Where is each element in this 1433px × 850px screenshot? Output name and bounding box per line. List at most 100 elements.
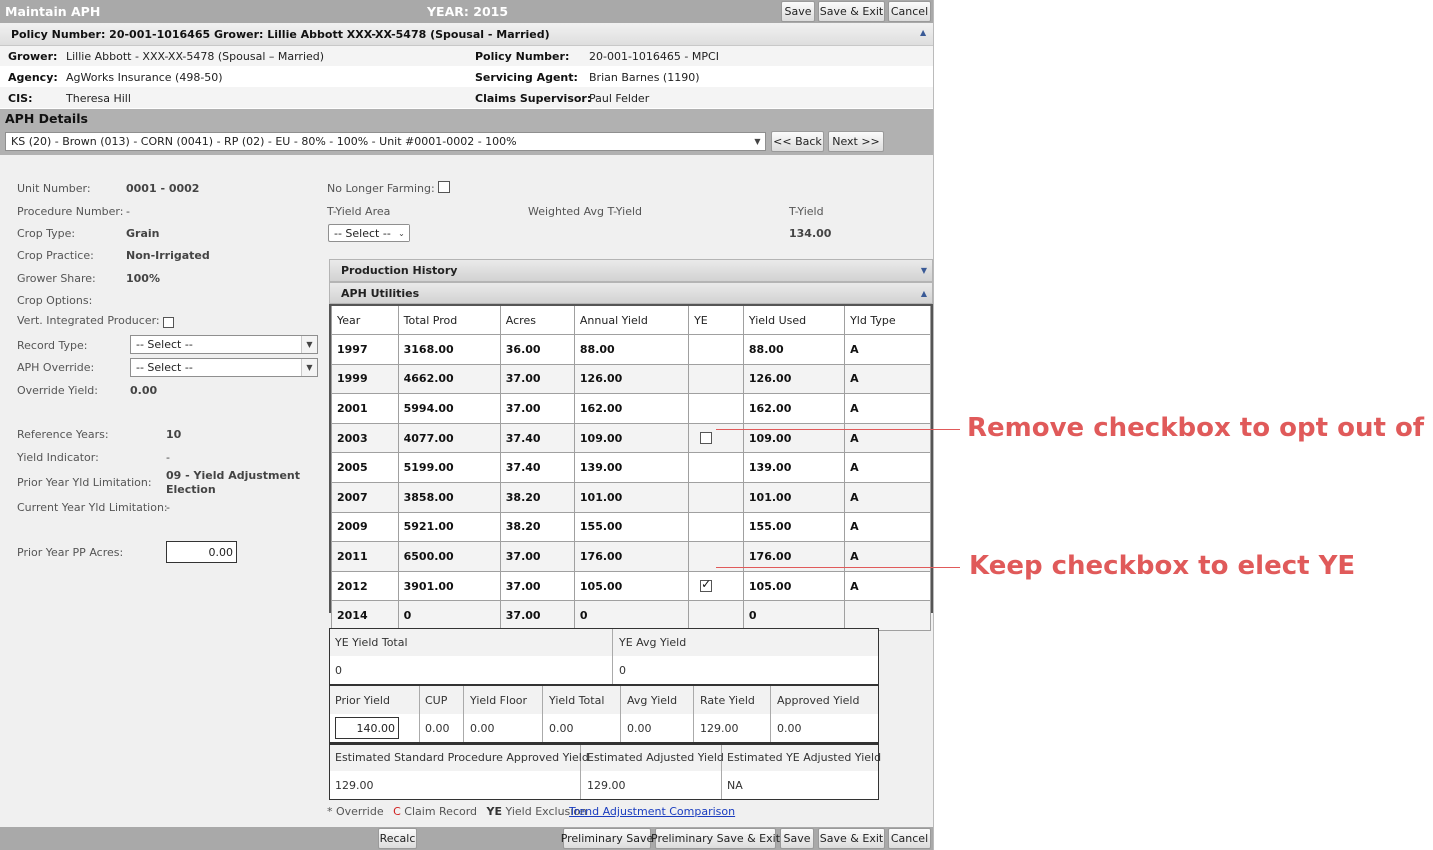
vert-integrated-checkbox[interactable] [163,317,174,328]
cis-value: Theresa Hill [66,92,131,105]
footer-save-exit-button[interactable]: Save & Exit [818,828,885,849]
divider [612,629,613,684]
cell-yield-used: 0 [742,600,846,631]
avg-yield-value: 0.00 [627,722,652,735]
expand-down-icon[interactable]: ▼ [921,266,927,275]
aph-utilities-header[interactable]: APH Utilities ▲ [329,282,933,304]
yield-floor-label: Yield Floor [470,694,528,707]
preliminary-save-exit-button[interactable]: Preliminary Save & Exit [651,828,780,849]
crop-type-value: Grain [126,227,160,240]
aph-override-select[interactable]: -- Select -- ▼ [130,358,318,377]
yield-total-value: 0.00 [549,722,574,735]
yield-floor-value: 0.00 [470,722,495,735]
cell-yield-used: 88.00 [742,334,846,365]
production-history-title: Production History [341,264,458,277]
callout-keep-checkbox: Keep checkbox to elect YE [969,551,1356,581]
prior-yield-input[interactable]: 140.00 [335,717,399,739]
approved-yield-label: Approved Yield [777,694,860,707]
ye-checkbox-unchecked[interactable] [700,431,713,444]
col-header-year: Year [331,306,399,335]
ye-mark: YE [486,805,503,818]
unit-select[interactable]: KS (20) - Brown (013) - CORN (0041) - RP… [5,132,766,151]
grower-share-value: 100% [126,272,160,285]
save-button[interactable]: Save [781,1,815,22]
table-row: 2005 5199.00 37.40 139.00 139.00 A [331,452,931,483]
chevron-down-icon: ⌄ [394,225,409,241]
policy-number-label: Policy Number: [475,50,570,63]
claim-legend: Claim Record [404,805,478,818]
footer-save-button[interactable]: Save [780,828,814,849]
policy-bar-text: Policy Number: 20-001-1016465 Grower: Li… [11,28,550,41]
cell-annual-yield: 126.00 [573,363,690,395]
collapse-up-icon[interactable]: ▲ [920,28,926,37]
record-type-select[interactable]: -- Select -- ▼ [130,335,318,354]
cell-total-prod: 3858.00 [397,481,501,513]
ye-yield-total-value: 0 [335,664,342,677]
cup-value: 0.00 [425,722,450,735]
ye-summary-header [330,629,878,656]
save-exit-button[interactable]: Save & Exit [818,1,885,22]
table-row: 2001 5994.00 37.00 162.00 162.00 A [331,393,931,424]
col-header-yield-used: Yield Used [742,306,846,335]
divider [693,686,694,742]
preliminary-save-button[interactable]: Preliminary Save [561,828,653,849]
recalc-button[interactable]: Recalc [378,828,417,849]
override-yield-label: Override Yield: [17,384,98,397]
callout-remove-checkbox: Remove checkbox to opt out of YE [967,413,1433,443]
t-yield-area-label: T-Yield Area [327,205,391,218]
cell-annual-yield: 176.00 [573,541,690,572]
unit-number-label: Unit Number: [17,182,91,195]
table-row: 2007 3858.00 38.20 101.00 101.00 A [331,481,931,513]
cell-acres: 38.20 [499,481,575,513]
cell-yld-type [844,600,931,631]
prior-year-pp-acres-input[interactable]: 0.00 [166,541,237,563]
unit-select-value: KS (20) - Brown (013) - CORN (0041) - RP… [11,135,517,148]
cell-acres: 37.00 [499,393,575,424]
est-standard-yield-label: Estimated Standard Procedure Approved Yi… [335,751,589,764]
cell-ye [688,422,744,454]
t-yield-area-value: -- Select -- [334,226,391,240]
cell-ye [688,600,744,631]
aph-utilities-title: APH Utilities [341,286,420,300]
cancel-button[interactable]: Cancel [888,1,931,22]
est-ye-adjusted-yield-value: NA [727,779,743,792]
collapse-up-icon[interactable]: ▲ [921,289,927,298]
cell-acres: 37.40 [499,452,575,483]
yield-table-header-row: Year Total Prod Acres Annual Yield YE Yield U… [331,306,931,335]
ye-checkbox-checked[interactable] [700,577,713,592]
cell-yld-type: A [844,393,931,424]
claim-mark: C [393,805,401,818]
rate-yield-value: 129.00 [700,722,739,735]
ye-avg-yield-value: 0 [619,664,626,677]
cell-yield-used: 105.00 [742,570,846,602]
footer-cancel-button[interactable]: Cancel [888,828,931,849]
cell-ye [688,481,744,513]
cell-year: 2007 [331,481,399,513]
cell-total-prod: 0 [397,600,501,631]
t-yield-value: 134.00 [789,227,832,240]
est-ye-adjusted-yield-label: Estimated YE Adjusted Yield [727,751,882,764]
back-button[interactable]: << Back [771,131,824,152]
prior-year-limitation-value-line2: Election [166,483,216,496]
cell-yield-used: 139.00 [742,452,846,483]
cell-yld-type: A [844,452,931,483]
cup-label: CUP [425,694,448,707]
est-standard-yield-value: 129.00 [335,779,374,792]
approved-yield-value: 0.00 [777,722,802,735]
cell-annual-yield: 139.00 [573,452,690,483]
production-history-header[interactable]: Production History ▼ [329,259,933,282]
record-type-label: Record Type: [17,339,88,352]
t-yield-area-select[interactable]: -- Select -- ⌄ [328,224,410,242]
cell-acres: 37.00 [499,541,575,572]
trend-adjustment-link[interactable]: Trend Adjustment Comparison [569,805,735,818]
prior-year-pp-acres-label: Prior Year PP Acres: [17,546,124,559]
cell-yld-type: A [844,363,931,395]
cell-acres: 37.00 [499,600,575,631]
cell-yield-used: 162.00 [742,393,846,424]
cell-year: 2003 [331,422,399,454]
cell-total-prod: 5199.00 [397,452,501,483]
cell-total-prod: 6500.00 [397,541,501,572]
no-longer-farming-checkbox[interactable] [438,181,450,193]
cell-total-prod: 3168.00 [397,334,501,365]
next-button[interactable]: Next >> [828,131,884,152]
